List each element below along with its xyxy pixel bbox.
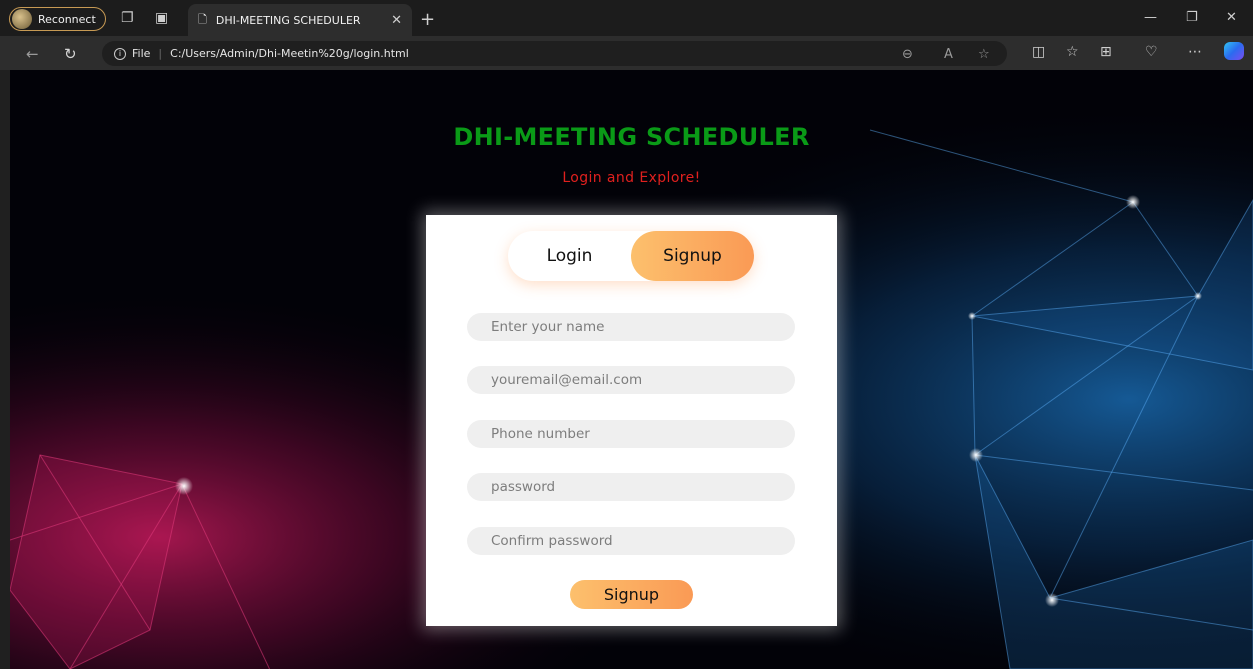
url-separator: | (158, 47, 163, 60)
phone-input[interactable] (467, 420, 795, 448)
name-input[interactable] (467, 313, 795, 341)
url-text: C:/Users/Admin/Dhi-Meetin%20g/login.html (170, 47, 409, 60)
tab-signup[interactable]: Signup (631, 231, 754, 281)
split-screen-icon[interactable]: ◫ (1032, 44, 1045, 60)
email-input[interactable] (467, 366, 795, 394)
tab-actions-icon[interactable]: ▣ (155, 11, 168, 25)
signup-card: Login Signup Signup (426, 215, 837, 626)
refresh-icon[interactable]: ↻ (64, 45, 77, 63)
zoom-icon[interactable]: ⊖ (902, 47, 913, 62)
workspaces-icon[interactable]: ❐ (121, 11, 134, 25)
minimize-icon[interactable]: — (1144, 10, 1157, 25)
tab-title: DHI-MEETING SCHEDULER (215, 13, 361, 27)
url-box[interactable]: i File | C:/Users/Admin/Dhi-Meetin%20g/l… (102, 41, 1007, 66)
page-viewport: DHI-MEETING SCHEDULER Login and Explore!… (10, 70, 1253, 669)
password-input[interactable] (467, 473, 795, 501)
tab-bar: Reconnect ❐ ▣ 🗋 DHI-MEETING SCHEDULER ✕ … (0, 0, 1253, 36)
more-icon[interactable]: ⋯ (1188, 44, 1202, 60)
restore-icon[interactable]: ❐ (1186, 10, 1198, 25)
close-icon[interactable]: ✕ (391, 13, 402, 28)
page-icon: 🗋 (198, 12, 207, 26)
copilot-icon[interactable] (1224, 42, 1244, 60)
signup-button[interactable]: Signup (570, 580, 693, 609)
new-tab-icon[interactable]: + (420, 9, 435, 30)
read-aloud-icon[interactable]: A (944, 47, 953, 62)
confirm-password-input[interactable] (467, 527, 795, 555)
profile-button[interactable]: Reconnect (9, 7, 106, 31)
collections-icon[interactable]: ⊞ (1100, 44, 1112, 60)
profile-label: Reconnect (38, 12, 96, 26)
performance-icon[interactable]: ♡ (1145, 44, 1158, 60)
window-close-icon[interactable]: ✕ (1226, 10, 1237, 25)
info-icon[interactable]: i (114, 47, 126, 60)
page-title: DHI-MEETING SCHEDULER (453, 123, 810, 151)
favorites-icon[interactable]: ☆ (1066, 44, 1079, 60)
login-signup-toggle: Login Signup (508, 231, 754, 281)
favorite-icon[interactable]: ☆ (978, 47, 990, 62)
page-subtitle: Login and Explore! (562, 170, 701, 186)
tab-active[interactable]: 🗋 DHI-MEETING SCHEDULER ✕ (188, 4, 412, 36)
back-icon[interactable]: ← (26, 45, 39, 63)
tab-login[interactable]: Login (508, 231, 631, 281)
avatar (12, 9, 32, 29)
scheme-label: File (132, 47, 151, 60)
